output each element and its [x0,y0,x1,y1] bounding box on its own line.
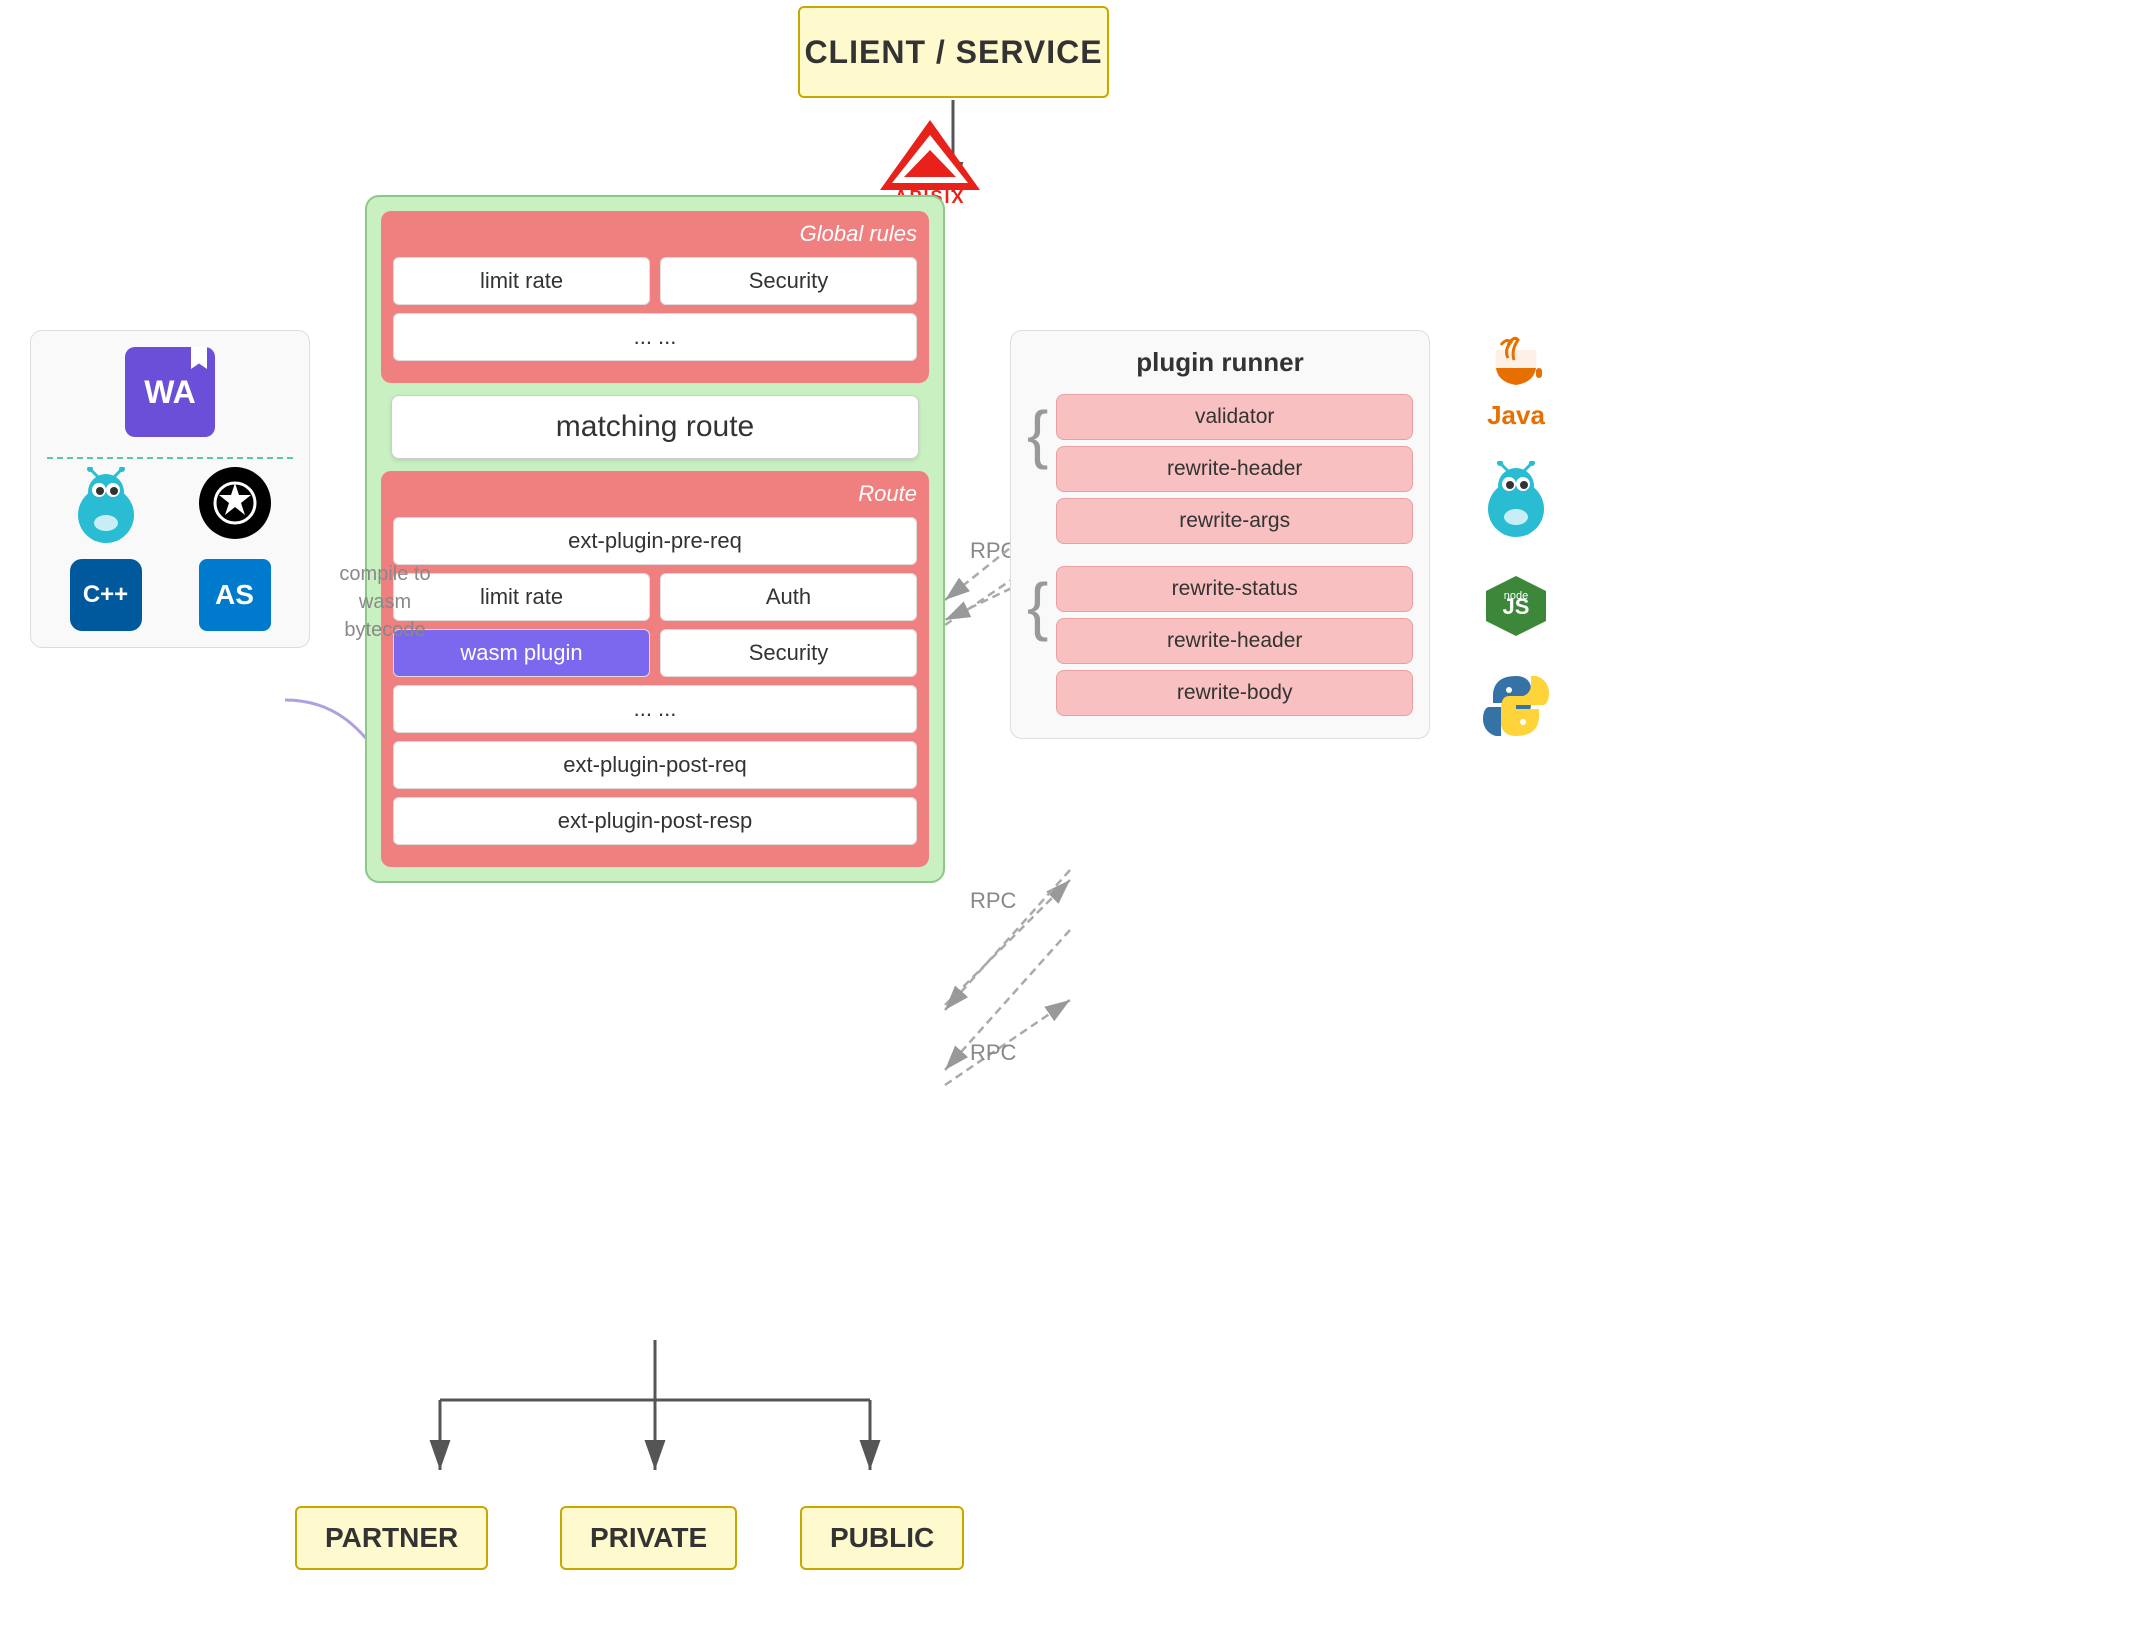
as-icon: AS [199,559,271,631]
java-icon [1486,330,1546,400]
dashed-separator [47,457,293,459]
as-icon-wrapper: AS [176,559,293,631]
go-gopher-icon [70,467,142,547]
private-box: PRIVATE [560,1506,737,1570]
wa-box: WA [125,347,215,437]
go-gopher-right-icon [1480,461,1552,541]
plugin-runner-container: plugin runner { validator rewrite-header… [1010,330,1430,739]
gr-dots-box: ... ... [393,313,917,361]
plugin-rewrite-header-2: rewrite-header [1056,618,1413,664]
python-icon [1481,671,1551,741]
arrows-svg: RPC RPC RPC [0,0,2130,1638]
rust-icon [199,467,271,539]
ext-post-resp-box: ext-plugin-post-resp [393,797,917,845]
global-rules-label: Global rules [393,221,917,247]
plugin-runner-title: plugin runner [1027,347,1413,378]
group-1-plugins: validator rewrite-header rewrite-args [1056,394,1413,550]
matching-route-box: matching route [391,395,919,459]
r-auth-box: Auth [660,573,917,621]
nodejs-logo: JS node [1480,571,1552,641]
plugin-rewrite-args: rewrite-args [1056,498,1413,544]
partner-box: PARTNER [295,1506,488,1570]
cpp-icon-wrapper: C++ [47,559,164,631]
plugin-runner-group-1: { validator rewrite-header rewrite-args [1027,394,1413,550]
route-plugin-row-5: ext-plugin-post-req [393,741,917,789]
diagram-container: RPC RPC RPC CLIENT / SERVICE APIS [0,0,2130,1638]
ext-post-req-box: ext-plugin-post-req [393,741,917,789]
client-service-label: CLIENT / SERVICE [804,34,1102,71]
apisix-main-container: Global rules limit rate Security ... ...… [365,195,945,883]
route-plugin-row-4: ... ... [393,685,917,733]
compile-label: compile towasmbytecode [320,560,450,644]
plugin-rewrite-body: rewrite-body [1056,670,1413,716]
route-plugin-row-1: ext-plugin-pre-req [393,517,917,565]
wa-box-wrapper: WA [47,347,293,447]
python-logo [1480,671,1552,741]
left-panel: WA [30,330,310,648]
route-box: Route ext-plugin-pre-req limit rate Auth [381,471,929,867]
svg-text:RPC: RPC [970,888,1017,913]
group-spacer [1027,550,1413,566]
go-icon-wrapper [47,467,164,547]
global-rules-plugin-row-1: limit rate Security [393,257,917,305]
rust-icon-wrapper [176,467,293,547]
nodejs-icon: JS node [1481,571,1551,641]
route-plugin-row-6: ext-plugin-post-resp [393,797,917,845]
gr-limit-rate-box: limit rate [393,257,650,305]
plugin-rewrite-header-1: rewrite-header [1056,446,1413,492]
java-text: Java [1487,400,1545,431]
bracket-left-2: { [1027,574,1048,638]
apisix-logo-svg: APISIX [850,115,1010,205]
client-service-box: CLIENT / SERVICE [798,6,1109,98]
right-logos: Java JS [1480,330,1552,741]
route-plugin-row-3: wasm plugin Security [393,629,917,677]
svg-text:node: node [1504,590,1528,602]
plugin-runner-group-2: { rewrite-status rewrite-header rewrite-… [1027,566,1413,722]
global-rules-box: Global rules limit rate Security ... ... [381,211,929,383]
ext-pre-req-box: ext-plugin-pre-req [393,517,917,565]
wa-label: WA [144,374,196,411]
icon-grid: C++ AS [47,467,293,631]
public-box: PUBLIC [800,1506,964,1570]
r-security-box: Security [660,629,917,677]
wa-notch [191,347,207,369]
java-logo: Java [1480,330,1552,431]
global-rules-plugin-row-2: ... ... [393,313,917,361]
route-label: Route [393,481,917,507]
route-plugin-row-2: limit rate Auth [393,573,917,621]
svg-text:RPC: RPC [970,1040,1017,1065]
bracket-left-1: { [1027,402,1048,466]
gr-security-box: Security [660,257,917,305]
group-2-plugins: rewrite-status rewrite-header rewrite-bo… [1056,566,1413,722]
plugin-validator: validator [1056,394,1413,440]
r-dots-box: ... ... [393,685,917,733]
cpp-icon: C++ [70,559,142,631]
go-logo-right [1480,461,1552,541]
compile-label-text: compile towasmbytecode [339,563,430,641]
plugin-rewrite-status: rewrite-status [1056,566,1413,612]
